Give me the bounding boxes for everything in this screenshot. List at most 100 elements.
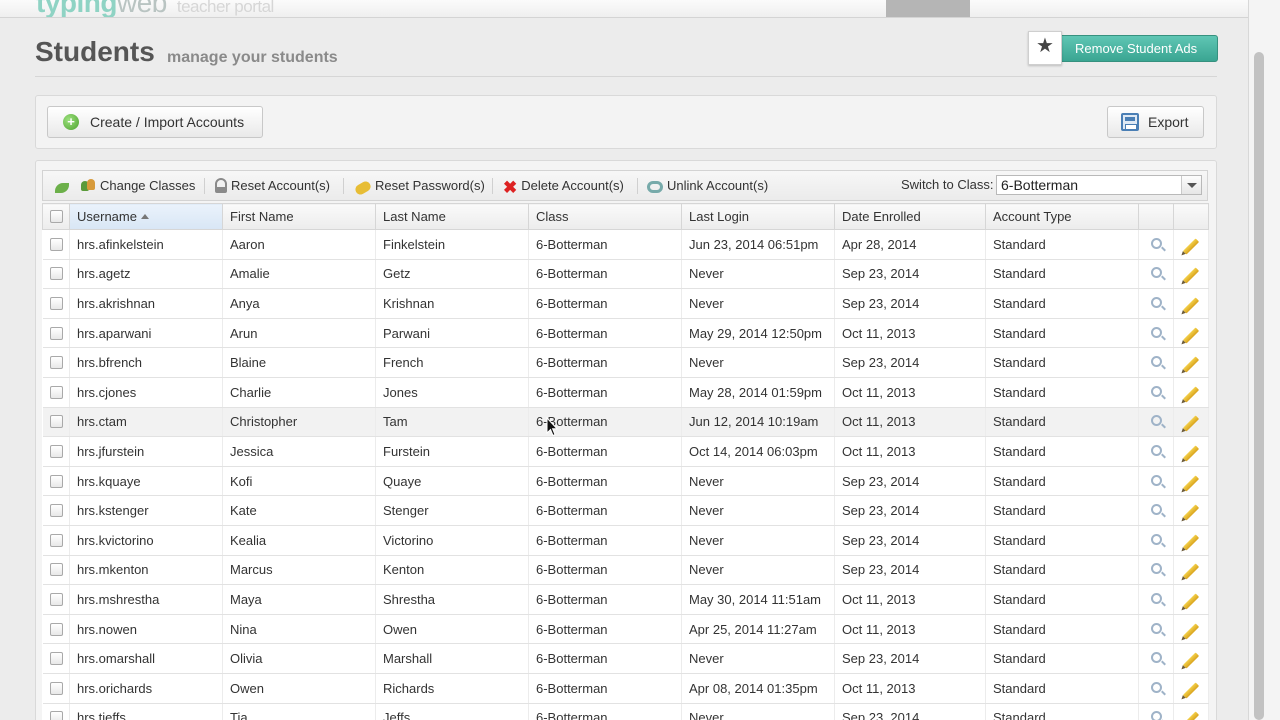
table-row[interactable]: hrs.mshrestha Maya Shrestha 6-Botterman May … (42, 584, 1209, 615)
switch-class-select[interactable]: 6-Botterman (996, 175, 1202, 195)
row-checkbox[interactable] (49, 533, 63, 547)
edit-student-button[interactable] (1173, 436, 1209, 467)
view-student-button[interactable] (1138, 259, 1174, 290)
row-select-cell[interactable] (42, 347, 70, 378)
row-checkbox[interactable] (49, 444, 63, 458)
view-student-button[interactable] (1138, 555, 1174, 586)
table-row[interactable]: hrs.cjones Charlie Jones 6-Botterman May 28,… (42, 377, 1209, 408)
row-checkbox[interactable] (49, 296, 63, 310)
row-select-cell[interactable] (42, 584, 70, 615)
export-button[interactable]: Export (1107, 106, 1204, 138)
view-student-button[interactable] (1138, 614, 1174, 645)
table-row[interactable]: hrs.nowen Nina Owen 6-Botterman Apr 25, 2014… (42, 614, 1209, 645)
column-header-account-type[interactable]: Account Type (985, 203, 1139, 230)
column-header-first-name[interactable]: First Name (222, 203, 376, 230)
row-select-cell[interactable] (42, 466, 70, 497)
column-header-last-login[interactable]: Last Login (681, 203, 835, 230)
typingweb-logo[interactable]: typingweb teacher portal (36, 0, 274, 17)
table-row[interactable]: hrs.agetz Amalie Getz 6-Botterman Never Sep 2… (42, 259, 1209, 290)
column-header-date-enrolled[interactable]: Date Enrolled (834, 203, 986, 230)
create-import-accounts-button[interactable]: + Create / Import Accounts (47, 106, 263, 138)
view-student-button[interactable] (1138, 288, 1174, 319)
row-select-cell[interactable] (42, 377, 70, 408)
table-row[interactable]: hrs.bfrench Blaine French 6-Botterman Never S… (42, 347, 1209, 378)
row-select-cell[interactable] (42, 673, 70, 704)
view-student-button[interactable] (1138, 318, 1174, 349)
view-student-button[interactable] (1138, 643, 1174, 674)
column-header-last-name[interactable]: Last Name (375, 203, 529, 230)
row-checkbox[interactable] (49, 563, 63, 577)
row-checkbox[interactable] (49, 237, 63, 251)
row-checkbox[interactable] (49, 652, 63, 666)
delete-accounts-button[interactable]: ✖ Delete Account(s) (503, 178, 624, 196)
row-select-cell[interactable] (42, 495, 70, 526)
edit-student-button[interactable] (1173, 584, 1209, 615)
edit-student-button[interactable] (1173, 318, 1209, 349)
row-checkbox[interactable] (49, 415, 63, 429)
row-checkbox[interactable] (49, 267, 63, 281)
table-row[interactable]: hrs.kvictorino Kealia Victorino 6-Botterman… (42, 525, 1209, 556)
table-row[interactable]: hrs.akrishnan Anya Krishnan 6-Botterman Neve… (42, 288, 1209, 319)
row-select-cell[interactable] (42, 555, 70, 586)
view-student-button[interactable] (1138, 436, 1174, 467)
row-select-cell[interactable] (42, 407, 70, 438)
change-classes-button[interactable]: Change Classes (81, 178, 195, 193)
row-checkbox[interactable] (49, 711, 63, 720)
view-student-button[interactable] (1138, 377, 1174, 408)
table-row[interactable]: hrs.ctam Christopher Tam 6-Botterman Jun 12,… (42, 407, 1209, 438)
edit-student-button[interactable] (1173, 259, 1209, 290)
chevron-down-icon[interactable] (1181, 176, 1201, 194)
table-row[interactable]: hrs.kstenger Kate Stenger 6-Botterman Never S… (42, 495, 1209, 526)
page-scrollbar[interactable] (1248, 0, 1280, 720)
row-select-cell[interactable] (42, 229, 70, 260)
edit-student-button[interactable] (1173, 673, 1209, 704)
table-row[interactable]: hrs.kquaye Kofi Quaye 6-Botterman Never Sep 2… (42, 466, 1209, 497)
row-select-cell[interactable] (42, 318, 70, 349)
table-row[interactable]: hrs.aparwani Arun Parwani 6-Botterman May 29… (42, 318, 1209, 349)
unlink-accounts-button[interactable]: Unlink Account(s) (647, 178, 768, 193)
edit-student-button[interactable] (1173, 555, 1209, 586)
view-student-button[interactable] (1138, 229, 1174, 260)
row-checkbox[interactable] (49, 681, 63, 695)
row-select-cell[interactable] (42, 288, 70, 319)
active-nav-tab[interactable] (886, 0, 970, 17)
row-select-cell[interactable] (42, 525, 70, 556)
column-header-username[interactable]: Username (69, 203, 223, 230)
row-select-cell[interactable] (42, 643, 70, 674)
row-checkbox[interactable] (49, 504, 63, 518)
table-row[interactable]: hrs.tjeffs Tia Jeffs 6-Botterman Never Sep 23… (42, 703, 1209, 720)
column-header-class[interactable]: Class (528, 203, 682, 230)
view-student-button[interactable] (1138, 703, 1174, 720)
edit-student-button[interactable] (1173, 288, 1209, 319)
reset-accounts-button[interactable]: Reset Account(s) (215, 178, 330, 193)
edit-student-button[interactable] (1173, 703, 1209, 720)
table-row[interactable]: hrs.omarshall Olivia Marshall 6-Botterman Ne… (42, 643, 1209, 674)
edit-student-button[interactable] (1173, 614, 1209, 645)
edit-student-button[interactable] (1173, 407, 1209, 438)
scrollbar-thumb[interactable] (1254, 52, 1264, 720)
view-student-button[interactable] (1138, 525, 1174, 556)
edit-student-button[interactable] (1173, 466, 1209, 497)
table-row[interactable]: hrs.jfurstein Jessica Furstein 6-Botterman O… (42, 436, 1209, 467)
row-select-cell[interactable] (42, 436, 70, 467)
row-checkbox[interactable] (49, 622, 63, 636)
row-checkbox[interactable] (49, 385, 63, 399)
view-student-button[interactable] (1138, 584, 1174, 615)
edit-student-button[interactable] (1173, 643, 1209, 674)
row-checkbox[interactable] (49, 326, 63, 340)
view-student-button[interactable] (1138, 466, 1174, 497)
reset-passwords-button[interactable]: Reset Password(s) (353, 178, 485, 197)
edit-student-button[interactable] (1173, 495, 1209, 526)
view-student-button[interactable] (1138, 495, 1174, 526)
select-all-checkbox[interactable] (50, 210, 63, 223)
table-row[interactable]: hrs.orichards Owen Richards 6-Botterman Apr … (42, 673, 1209, 704)
view-student-button[interactable] (1138, 347, 1174, 378)
edit-student-button[interactable] (1173, 229, 1209, 260)
table-row[interactable]: hrs.afinkelstein Aaron Finkelstein 6-Botter… (42, 229, 1209, 260)
row-checkbox[interactable] (49, 592, 63, 606)
row-select-cell[interactable] (42, 703, 70, 720)
remove-student-ads-button[interactable]: Remove Student Ads (1056, 35, 1218, 62)
row-select-cell[interactable] (42, 259, 70, 290)
row-checkbox[interactable] (49, 474, 63, 488)
view-student-button[interactable] (1138, 673, 1174, 704)
